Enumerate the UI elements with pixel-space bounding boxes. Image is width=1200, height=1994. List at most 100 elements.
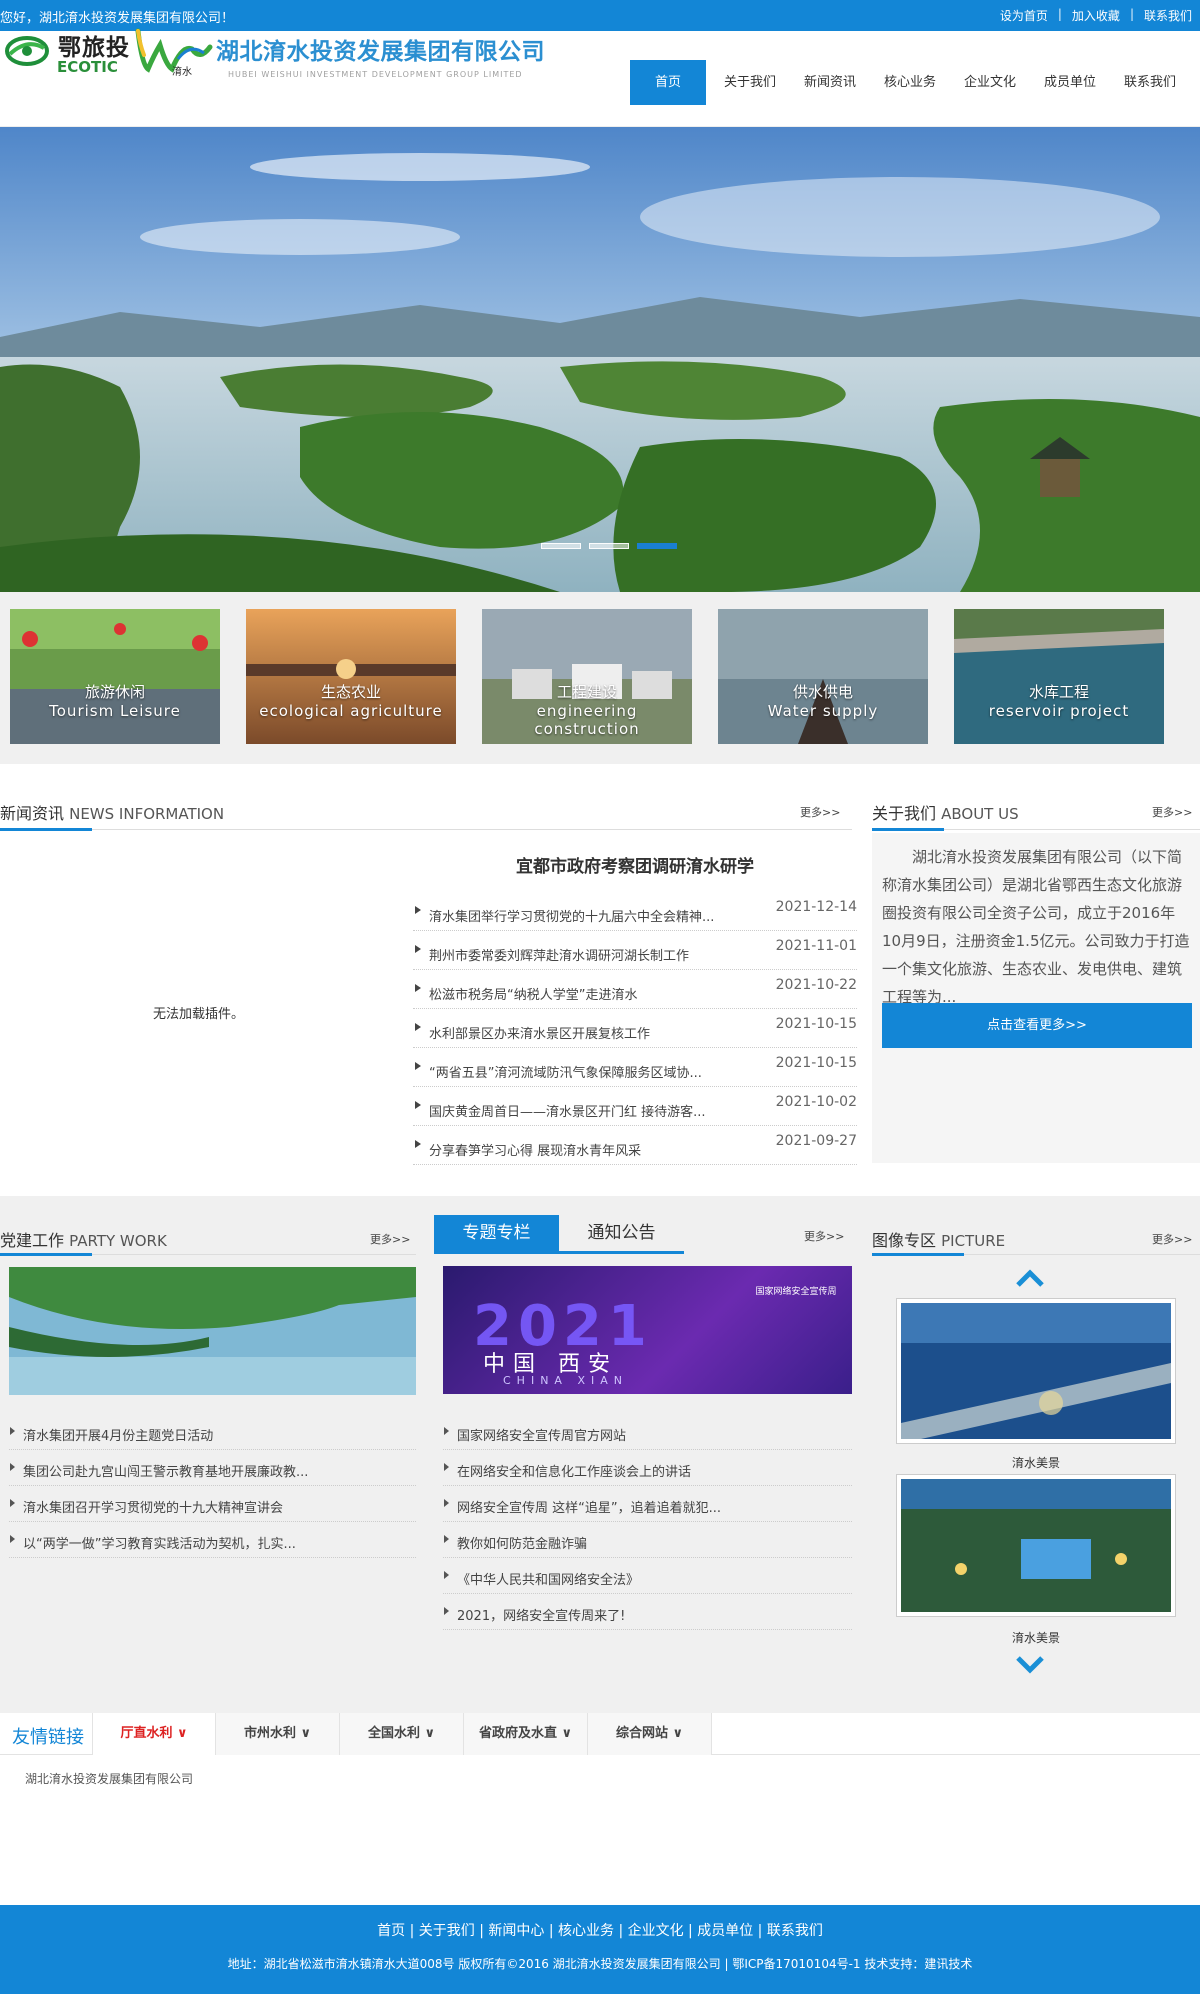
- tile-water-supply[interactable]: 供水供电 Water supply: [718, 609, 928, 744]
- nav-about[interactable]: 关于我们: [710, 60, 790, 105]
- news-item[interactable]: “两省五县”淯河流域防汛气象保障服务区域协... 2021-10-15: [413, 1048, 857, 1087]
- svg-text:淯水: 淯水: [172, 65, 192, 77]
- special-tabs: 专题专栏 通知公告: [434, 1215, 684, 1252]
- picture-item[interactable]: [896, 1298, 1176, 1444]
- friend-links-bar: 友情链接 厅直水利 ∨ 市州水利 ∨ 全国水利 ∨ 省政府及水直 ∨ 综合网站 …: [0, 1713, 1200, 1755]
- about-title-cn: 关于我们: [872, 804, 937, 823]
- cyber-week-poster[interactable]: 2021 中国 西安 CHINA XIAN 国家网络安全宣传周: [443, 1266, 852, 1394]
- chevron-up-icon[interactable]: [1016, 1269, 1044, 1287]
- news-item[interactable]: 荆州市委常委刘辉萍赴淯水调研河湖长制工作 2021-11-01: [413, 931, 857, 970]
- links-tab[interactable]: 省政府及水直 ∨: [464, 1713, 588, 1755]
- special-item[interactable]: 网络安全宣传周 这样“追星”，追着追着就犯...: [443, 1486, 852, 1522]
- picture-more-link[interactable]: 更多>>: [1152, 1231, 1192, 1247]
- party-title-cn: 党建工作: [0, 1231, 65, 1250]
- party-image[interactable]: [9, 1267, 416, 1395]
- special-item[interactable]: 在网络安全和信息化工作座谈会上的讲话: [443, 1450, 852, 1486]
- links-tab[interactable]: 综合网站 ∨: [588, 1713, 712, 1755]
- tile-cn-label: 工程建设: [556, 683, 617, 701]
- tile-cn-label: 水库工程: [1028, 683, 1089, 701]
- news-list: 淯水集团举行学习贯彻党的十九届六中全会精神... 2021-12-14 荆州市委常…: [413, 892, 857, 1165]
- news-divider: [0, 828, 852, 831]
- picture-caption: 淯水美景: [1011, 1456, 1060, 1470]
- tile-cn-label: 旅游休闲: [84, 683, 145, 701]
- site-footer: [0, 1905, 1200, 1994]
- special-item[interactable]: 教你如何防范金融诈骗: [443, 1522, 852, 1558]
- party-item[interactable]: 淯水集团召开学习贯彻党的十九大精神宣讲会: [9, 1486, 416, 1522]
- ecotic-logo-icon[interactable]: [4, 34, 50, 68]
- special-more-link[interactable]: 更多>>: [804, 1228, 844, 1244]
- tile-agriculture[interactable]: 生态农业 ecological agriculture: [246, 609, 456, 744]
- special-item[interactable]: 国家网络安全宣传周官方网站: [443, 1414, 852, 1450]
- nav-culture[interactable]: 企业文化: [950, 60, 1030, 105]
- news-section-title: 新闻资讯 NEWS INFORMATION: [0, 800, 224, 824]
- news-item[interactable]: 淯水集团举行学习贯彻党的十九届六中全会精神... 2021-12-14: [413, 892, 857, 931]
- tab-notices[interactable]: 通知公告: [559, 1215, 684, 1252]
- chevron-down-icon[interactable]: [1016, 1656, 1044, 1674]
- picture-section-title: 图像专区 PICTURE: [872, 1227, 1005, 1251]
- news-item[interactable]: 国庆黄金周首日——淯水景区开门红 接待游客... 2021-10-02: [413, 1087, 857, 1126]
- hero-banner-image: [0, 127, 1200, 592]
- about-title-en: ABOUT US: [941, 805, 1019, 823]
- banner-dot[interactable]: [541, 543, 581, 549]
- nav-members[interactable]: 成员单位: [1030, 60, 1110, 105]
- banner-dot-active[interactable]: [637, 543, 677, 549]
- tile-reservoir[interactable]: 水库工程 reservoir project: [954, 609, 1164, 744]
- links-tab[interactable]: 全国水利 ∨: [340, 1713, 464, 1755]
- picture-caption: 淯水美景: [1011, 1631, 1060, 1645]
- banner-dot[interactable]: [589, 543, 629, 549]
- main-nav: 首页 关于我们 新闻资讯 核心业务 企业文化 成员单位 联系我们: [630, 60, 1190, 105]
- about-more-button[interactable]: 点击查看更多>>: [882, 1003, 1192, 1048]
- news-item[interactable]: 松滋市税务局“纳税人学堂”走进淯水 2021-10-22: [413, 970, 857, 1009]
- water-supply-image: [718, 609, 928, 744]
- weishui-logo-icon: 淯水: [135, 28, 213, 77]
- tile-cn-label: 生态农业: [320, 683, 381, 701]
- company-name: 湖北淯水投资发展集团有限公司: [216, 39, 545, 65]
- news-headline[interactable]: 宜都市政府考察团调研淯水研学: [410, 852, 860, 877]
- nav-contact[interactable]: 联系我们: [1110, 60, 1190, 105]
- footer-nav[interactable]: 首页 | 关于我们 | 新闻中心 | 核心业务 | 企业文化 | 成员单位 | …: [0, 1920, 1200, 1940]
- special-tab-underline: [434, 1251, 684, 1254]
- links-tab[interactable]: 市州水利 ∨: [216, 1713, 340, 1755]
- party-more-link[interactable]: 更多>>: [370, 1231, 410, 1247]
- party-item[interactable]: 集团公司赴九宫山闯王警示教育基地开展廉政教...: [9, 1450, 416, 1486]
- tile-en-label: Water supply: [767, 702, 879, 720]
- about-more-link[interactable]: 更多>>: [1152, 804, 1192, 820]
- tile-en-label: reservoir project: [988, 702, 1130, 720]
- agriculture-image: [246, 609, 456, 744]
- nav-home[interactable]: 首页: [630, 60, 706, 105]
- special-item[interactable]: 《中华人民共和国网络安全法》: [443, 1558, 852, 1594]
- news-title-en: NEWS INFORMATION: [69, 805, 225, 823]
- tile-en-label: Tourism Leisure: [49, 702, 181, 720]
- tile-construction[interactable]: 工程建设 engineering construction: [482, 609, 692, 744]
- tile-en-label: ecological agriculture: [259, 702, 443, 720]
- about-section-title: 关于我们 ABOUT US: [872, 800, 1019, 824]
- picture-item[interactable]: [896, 1474, 1176, 1617]
- tile-tourism[interactable]: 旅游休闲 Tourism Leisure: [10, 609, 220, 744]
- friend-links-title: 友情链接: [12, 1727, 84, 1748]
- special-item[interactable]: 2021，网络安全宣传周来了!: [443, 1594, 852, 1630]
- top-links: 设为首页 | 加入收藏 | 联系我们: [999, 7, 1192, 24]
- tab-special-column[interactable]: 专题专栏: [434, 1215, 559, 1252]
- picture-title-cn: 图像专区: [872, 1231, 937, 1250]
- party-item[interactable]: 以“两学一做”学习教育实践活动为契机，扎实...: [9, 1522, 416, 1558]
- category-tiles: 旅游休闲 Tourism Leisure 生态农业 ecological agr…: [0, 592, 1200, 764]
- add-favorite-link[interactable]: 加入收藏: [1072, 7, 1120, 24]
- plugin-error-text: 无法加载插件。: [153, 1007, 245, 1022]
- nav-news[interactable]: 新闻资讯: [790, 60, 870, 105]
- party-list: 淯水集团开展4月份主题党日活动 集团公司赴九宫山闯王警示教育基地开展廉政教...…: [9, 1414, 416, 1558]
- nav-business[interactable]: 核心业务: [870, 60, 950, 105]
- news-item[interactable]: 分享春笋学习心得 展现淯水青年风采 2021-09-27: [413, 1126, 857, 1165]
- picture-image: [901, 1479, 1171, 1612]
- picture-divider: [872, 1253, 1200, 1256]
- news-item[interactable]: 水利部景区办来淯水景区开展复核工作 2021-10-15: [413, 1009, 857, 1048]
- friend-link-item[interactable]: 湖北淯水投资发展集团有限公司: [25, 1770, 193, 1787]
- special-list: 国家网络安全宣传周官方网站 在网络安全和信息化工作座谈会上的讲话 网络安全宣传周…: [443, 1414, 852, 1630]
- party-section-title: 党建工作 PARTY WORK: [0, 1227, 167, 1251]
- party-item[interactable]: 淯水集团开展4月份主题党日活动: [9, 1414, 416, 1450]
- links-tab[interactable]: 厅直水利 ∨: [92, 1713, 216, 1755]
- contact-us-link[interactable]: 联系我们: [1144, 7, 1192, 24]
- poster-badge: 国家网络安全宣传周: [755, 1287, 837, 1297]
- set-homepage-link[interactable]: 设为首页: [1000, 7, 1048, 24]
- banner-pagination: [541, 543, 677, 549]
- news-more-link[interactable]: 更多>>: [800, 804, 840, 820]
